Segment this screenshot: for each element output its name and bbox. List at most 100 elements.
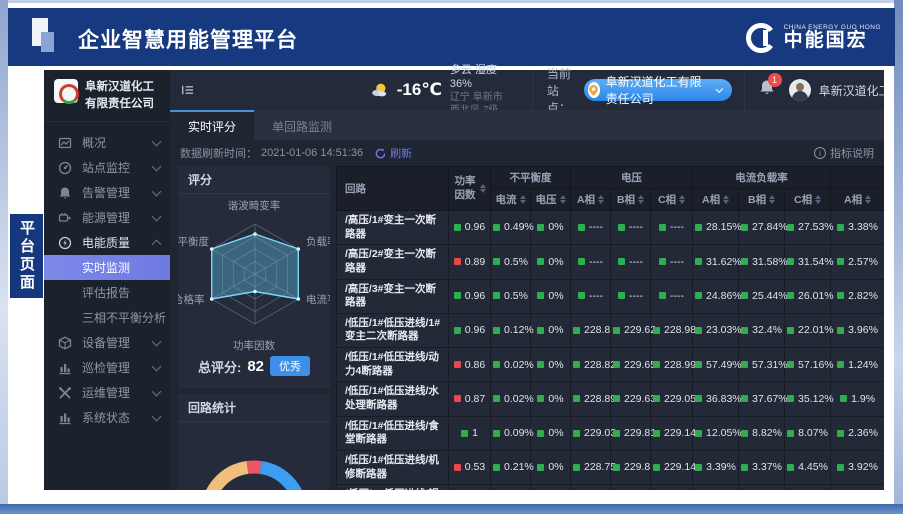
sidebar-item-7[interactable]: 巡检管理 — [44, 355, 170, 380]
radar-axis-label: 电压合格率 — [178, 292, 205, 307]
company-name: 阜新汉道化工有限责任公司 — [85, 79, 162, 112]
sidebar-subitem-2[interactable]: 评估报告 — [44, 280, 170, 305]
metric-value: 36.83% — [695, 393, 742, 405]
metric-cell: 229.14 — [651, 416, 693, 450]
column-subheader[interactable]: B相 — [611, 189, 651, 211]
column-subheader[interactable]: B相 — [739, 189, 785, 211]
column-subheader[interactable]: C相 — [651, 189, 693, 211]
metric-help-link[interactable]: i 指标说明 — [814, 145, 874, 161]
table-row[interactable]: /低压/1#低压进线/锅炉断路器0.870.06%0%228.81229.832… — [337, 485, 885, 490]
chevron-down-icon — [152, 386, 162, 396]
site-dropdown[interactable]: 阜新汉道化工有限责任公司 — [584, 79, 732, 101]
status-indicator — [493, 292, 500, 299]
sidebar-item-1[interactable]: 概况 — [44, 130, 170, 155]
status-indicator — [613, 395, 620, 402]
column-subheader[interactable]: A相 — [693, 189, 739, 211]
metric-cell: 0.89 — [449, 245, 491, 279]
table-row[interactable]: /低压/1#低压进线/水处理断路器0.870.02%0%228.89229.63… — [337, 382, 885, 416]
status-indicator — [613, 464, 620, 471]
tab-1[interactable]: 实时评分 — [170, 110, 254, 140]
metric-text: 229.63 — [624, 393, 656, 405]
metric-cell: 1.71% — [831, 485, 884, 490]
sidebar-item-5[interactable]: 电能质量 — [44, 230, 170, 255]
metric-cell: 31.62% — [693, 245, 739, 279]
circuit-name: /低压/1#低压进线/动力4断路器 — [337, 348, 449, 382]
metric-value: 0% — [537, 324, 563, 336]
sidebar-item-3[interactable]: 告警管理 — [44, 180, 170, 205]
user-avatar[interactable] — [789, 79, 811, 101]
metric-text: 0% — [548, 461, 563, 473]
status-indicator — [461, 430, 468, 437]
refresh-button[interactable]: 刷新 — [375, 145, 412, 161]
notifications-button[interactable]: 1 — [759, 79, 775, 101]
status-indicator — [787, 361, 794, 368]
metric-cell: 0.87 — [449, 382, 491, 416]
metric-cell: 0.96 — [449, 279, 491, 313]
brand-name: 中能国宏 — [784, 31, 881, 52]
status-indicator — [537, 361, 544, 368]
metric-value: 228.99 — [653, 359, 696, 371]
column-header-power-factor[interactable]: 功率因数 — [449, 167, 491, 211]
status-indicator — [837, 258, 844, 265]
column-group-header: 电流负载率 — [693, 167, 831, 189]
metric-text: 2.57% — [848, 256, 878, 268]
metric-value: ---- — [659, 221, 684, 233]
metric-help-label: 指标说明 — [830, 145, 874, 161]
sidebar-subitem-3[interactable]: 三相不平衡分析 — [44, 305, 170, 330]
sidebar-subitem-1[interactable]: 实时监测 — [44, 255, 170, 280]
tab-2[interactable]: 单回路监测 — [254, 110, 350, 140]
page: 平台页面 企业智慧用能管理平台 CHINA ENERGY GUO HONG 中能… — [0, 0, 903, 514]
frame-border-top — [0, 0, 903, 3]
table-row[interactable]: /低压/1#低压进线/食堂断路器10.09%0%229.03229.81229.… — [337, 416, 885, 450]
metric-cell: 27.53% — [785, 211, 831, 245]
metric-cell: 229.03 — [571, 416, 611, 450]
metric-cell: 229.05 — [651, 382, 693, 416]
metric-cell: 12.05% — [693, 416, 739, 450]
metric-cell: 0.02% — [491, 348, 531, 382]
sidebar-item-8[interactable]: 运维管理 — [44, 380, 170, 405]
column-subheader[interactable]: A相 — [571, 189, 611, 211]
sidebar-item-9[interactable]: 系统状态 — [44, 405, 170, 430]
table-row[interactable]: /低压/1#低压进线/机修断路器0.530.21%0%228.75229.822… — [337, 450, 885, 484]
table-row[interactable]: /高压/1#变主一次断路器0.960.49%0%------------28.1… — [337, 211, 885, 245]
metric-text: 228.99 — [664, 359, 696, 371]
metric-text: 0.89 — [465, 256, 485, 268]
table-row[interactable]: /高压/3#变主一次断路器0.960.5%0%------------24.86… — [337, 279, 885, 313]
sidebar-item-2[interactable]: 站点监控 — [44, 155, 170, 180]
sidebar-item-6[interactable]: 设备管理 — [44, 330, 170, 355]
metric-cell: 0.02% — [491, 382, 531, 416]
status-indicator — [695, 327, 702, 334]
metric-cell: 0% — [531, 450, 571, 484]
metric-text: ---- — [670, 256, 684, 268]
collapse-sidebar-icon[interactable] — [182, 83, 193, 97]
metric-cell: 1.9% — [831, 382, 884, 416]
status-indicator — [573, 395, 580, 402]
status-indicator — [454, 464, 461, 471]
sort-icon — [560, 195, 566, 204]
metric-value: 0.87 — [454, 393, 485, 405]
table-row[interactable]: /低压/1#低压进线/1#变主二次断路器0.960.12%0%228.8229.… — [337, 313, 885, 347]
table-row[interactable]: /高压/2#变主一次断路器0.890.5%0%------------31.62… — [337, 245, 885, 279]
metric-value: 31.54% — [787, 256, 834, 268]
metric-value: 35.12% — [787, 393, 834, 405]
metric-cell: 2.36% — [831, 416, 884, 450]
metric-text: 0% — [548, 221, 563, 233]
column-subheader[interactable]: 电流 — [491, 189, 531, 211]
column-subheader-content: A相 — [695, 192, 736, 207]
sort-icon — [769, 195, 775, 204]
metric-cell: ---- — [651, 245, 693, 279]
column-subheader[interactable]: A相 — [831, 189, 884, 211]
sidebar-item-4[interactable]: 能源管理 — [44, 205, 170, 230]
circuit-name: /低压/1#低压进线/食堂断路器 — [337, 416, 449, 450]
metric-text: ---- — [670, 221, 684, 233]
status-indicator — [537, 327, 544, 334]
metric-text: 57.31% — [752, 359, 788, 371]
table-row[interactable]: /低压/1#低压进线/动力4断路器0.860.02%0%228.82229.65… — [337, 348, 885, 382]
status-indicator — [454, 224, 461, 231]
column-subheader[interactable]: 电压 — [531, 189, 571, 211]
column-subheader[interactable]: C相 — [785, 189, 831, 211]
metric-text: 0.96 — [465, 221, 485, 233]
metric-text: 0.96 — [465, 324, 485, 336]
status-indicator — [695, 292, 702, 299]
metric-cell: 1 — [449, 416, 491, 450]
